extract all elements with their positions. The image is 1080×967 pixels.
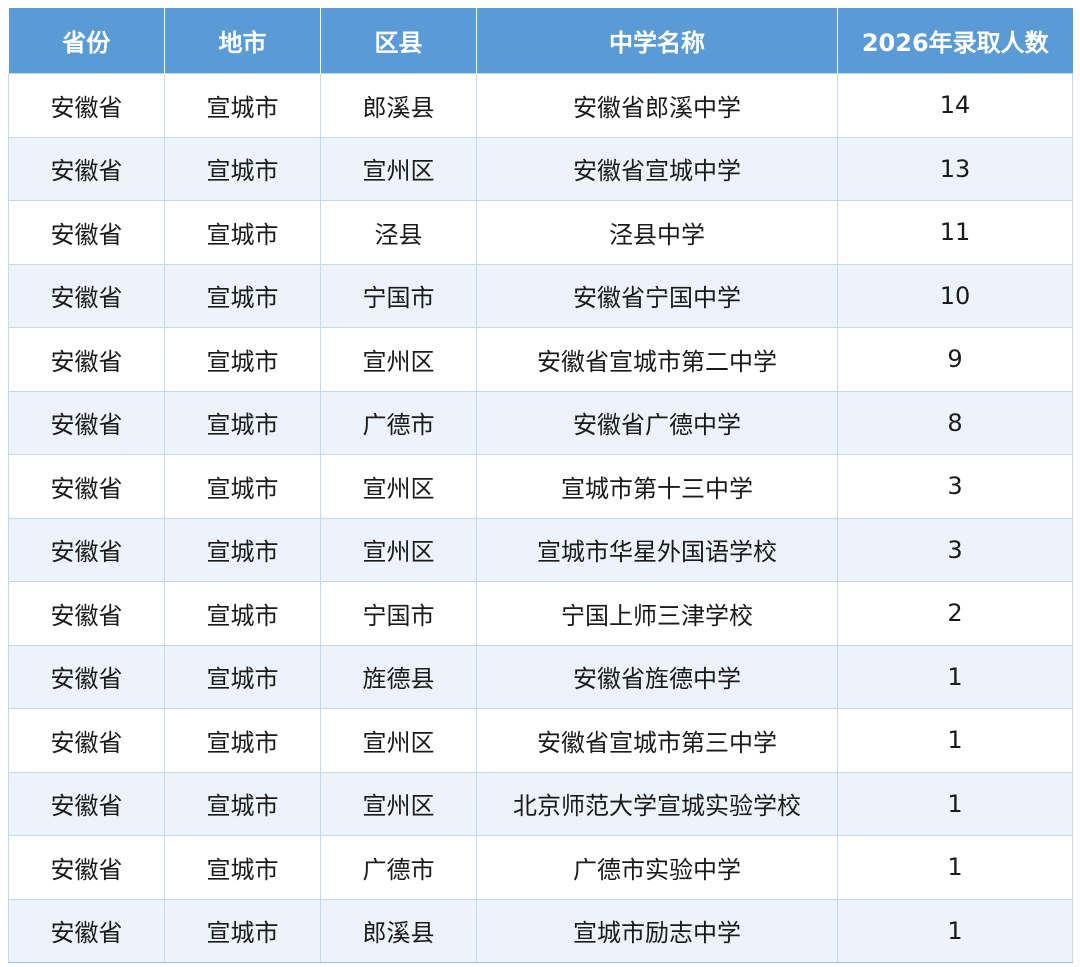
- cell-district: 宣州区: [320, 771, 477, 836]
- cell-city: 宣城市: [164, 263, 321, 328]
- cell-province: 安徽省: [8, 517, 165, 582]
- cell-school-name: 北京师范大学宣城实验学校: [476, 771, 838, 836]
- table-row: 安徽省 宣城市 宣州区 安徽省宣城中学 13: [8, 136, 1073, 201]
- cell-school-name: 安徽省旌德中学: [476, 644, 838, 709]
- cell-district: 郎溪县: [320, 73, 477, 138]
- cell-admission-count: 2: [837, 581, 1073, 646]
- cell-school-name: 宣城市励志中学: [476, 898, 838, 963]
- table-row: 安徽省 宣城市 广德市 广德市实验中学 1: [8, 835, 1073, 900]
- cell-city: 宣城市: [164, 327, 321, 392]
- cell-district: 宁国市: [320, 581, 477, 646]
- cell-city: 宣城市: [164, 200, 321, 265]
- table-row: 安徽省 宣城市 郎溪县 宣城市励志中学 1: [8, 898, 1073, 963]
- cell-city: 宣城市: [164, 454, 321, 519]
- cell-school-name: 宁国上师三津学校: [476, 581, 838, 646]
- cell-city: 宣城市: [164, 517, 321, 582]
- cell-school-name: 安徽省宣城中学: [476, 136, 838, 201]
- cell-city: 宣城市: [164, 390, 321, 455]
- table-row: 安徽省 宣城市 郎溪县 安徽省郎溪中学 14: [8, 73, 1073, 138]
- cell-district: 郎溪县: [320, 898, 477, 963]
- header-district: 区县: [320, 8, 477, 74]
- cell-school-name: 安徽省宣城市第三中学: [476, 708, 838, 773]
- cell-province: 安徽省: [8, 708, 165, 773]
- cell-admission-count: 1: [837, 708, 1073, 773]
- cell-province: 安徽省: [8, 200, 165, 265]
- table-row: 安徽省 宣城市 泾县 泾县中学 11: [8, 200, 1073, 265]
- cell-admission-count: 3: [837, 517, 1073, 582]
- table-row: 安徽省 宣城市 宣州区 宣城市第十三中学 3: [8, 454, 1073, 519]
- cell-province: 安徽省: [8, 835, 165, 900]
- table-row: 安徽省 宣城市 旌德县 安徽省旌德中学 1: [8, 644, 1073, 709]
- header-city: 地市: [164, 8, 321, 74]
- cell-admission-count: 3: [837, 454, 1073, 519]
- table-body: 安徽省 宣城市 郎溪县 安徽省郎溪中学 14 安徽省 宣城市 宣州区 安徽省宣城…: [8, 73, 1073, 963]
- table-row: 安徽省 宣城市 广德市 安徽省广德中学 8: [8, 390, 1073, 455]
- table-row: 安徽省 宣城市 宣州区 北京师范大学宣城实验学校 1: [8, 771, 1073, 836]
- cell-admission-count: 14: [837, 73, 1073, 138]
- cell-district: 宁国市: [320, 263, 477, 328]
- header-school-name: 中学名称: [476, 8, 838, 74]
- cell-admission-count: 9: [837, 327, 1073, 392]
- cell-admission-count: 1: [837, 771, 1073, 836]
- header-admission-count: 2026年录取人数: [837, 8, 1073, 74]
- cell-school-name: 安徽省宣城市第二中学: [476, 327, 838, 392]
- cell-district: 宣州区: [320, 517, 477, 582]
- cell-school-name: 泾县中学: [476, 200, 838, 265]
- cell-province: 安徽省: [8, 771, 165, 836]
- cell-province: 安徽省: [8, 327, 165, 392]
- cell-province: 安徽省: [8, 73, 165, 138]
- cell-district: 宣州区: [320, 454, 477, 519]
- cell-school-name: 安徽省广德中学: [476, 390, 838, 455]
- cell-admission-count: 1: [837, 835, 1073, 900]
- cell-admission-count: 1: [837, 898, 1073, 963]
- cell-province: 安徽省: [8, 136, 165, 201]
- cell-district: 宣州区: [320, 136, 477, 201]
- cell-province: 安徽省: [8, 454, 165, 519]
- cell-district: 广德市: [320, 835, 477, 900]
- cell-province: 安徽省: [8, 263, 165, 328]
- header-row: 省份 地市 区县 中学名称 2026年录取人数: [8, 8, 1073, 74]
- cell-city: 宣城市: [164, 708, 321, 773]
- cell-city: 宣城市: [164, 136, 321, 201]
- cell-district: 宣州区: [320, 708, 477, 773]
- table-row: 安徽省 宣城市 宣州区 宣城市华星外国语学校 3: [8, 517, 1073, 582]
- cell-city: 宣城市: [164, 73, 321, 138]
- table-row: 安徽省 宣城市 宣州区 安徽省宣城市第二中学 9: [8, 327, 1073, 392]
- cell-district: 广德市: [320, 390, 477, 455]
- cell-city: 宣城市: [164, 771, 321, 836]
- cell-city: 宣城市: [164, 581, 321, 646]
- cell-admission-count: 11: [837, 200, 1073, 265]
- admissions-table: 省份 地市 区县 中学名称 2026年录取人数 安徽省 宣城市 郎溪县 安徽省郎…: [8, 8, 1073, 963]
- cell-school-name: 广德市实验中学: [476, 835, 838, 900]
- cell-admission-count: 8: [837, 390, 1073, 455]
- cell-admission-count: 10: [837, 263, 1073, 328]
- table-header: 省份 地市 区县 中学名称 2026年录取人数: [8, 8, 1073, 74]
- cell-admission-count: 13: [837, 136, 1073, 201]
- table-row: 安徽省 宣城市 宣州区 安徽省宣城市第三中学 1: [8, 708, 1073, 773]
- cell-admission-count: 1: [837, 644, 1073, 709]
- table-row: 安徽省 宣城市 宁国市 宁国上师三津学校 2: [8, 581, 1073, 646]
- cell-province: 安徽省: [8, 390, 165, 455]
- admissions-table-container: 省份 地市 区县 中学名称 2026年录取人数 安徽省 宣城市 郎溪县 安徽省郎…: [8, 8, 1073, 963]
- cell-district: 泾县: [320, 200, 477, 265]
- cell-province: 安徽省: [8, 898, 165, 963]
- cell-province: 安徽省: [8, 644, 165, 709]
- cell-school-name: 安徽省郎溪中学: [476, 73, 838, 138]
- cell-city: 宣城市: [164, 835, 321, 900]
- cell-city: 宣城市: [164, 898, 321, 963]
- cell-school-name: 宣城市华星外国语学校: [476, 517, 838, 582]
- header-province: 省份: [8, 8, 165, 74]
- cell-district: 旌德县: [320, 644, 477, 709]
- cell-district: 宣州区: [320, 327, 477, 392]
- cell-school-name: 宣城市第十三中学: [476, 454, 838, 519]
- cell-province: 安徽省: [8, 581, 165, 646]
- table-row: 安徽省 宣城市 宁国市 安徽省宁国中学 10: [8, 263, 1073, 328]
- cell-city: 宣城市: [164, 644, 321, 709]
- cell-school-name: 安徽省宁国中学: [476, 263, 838, 328]
